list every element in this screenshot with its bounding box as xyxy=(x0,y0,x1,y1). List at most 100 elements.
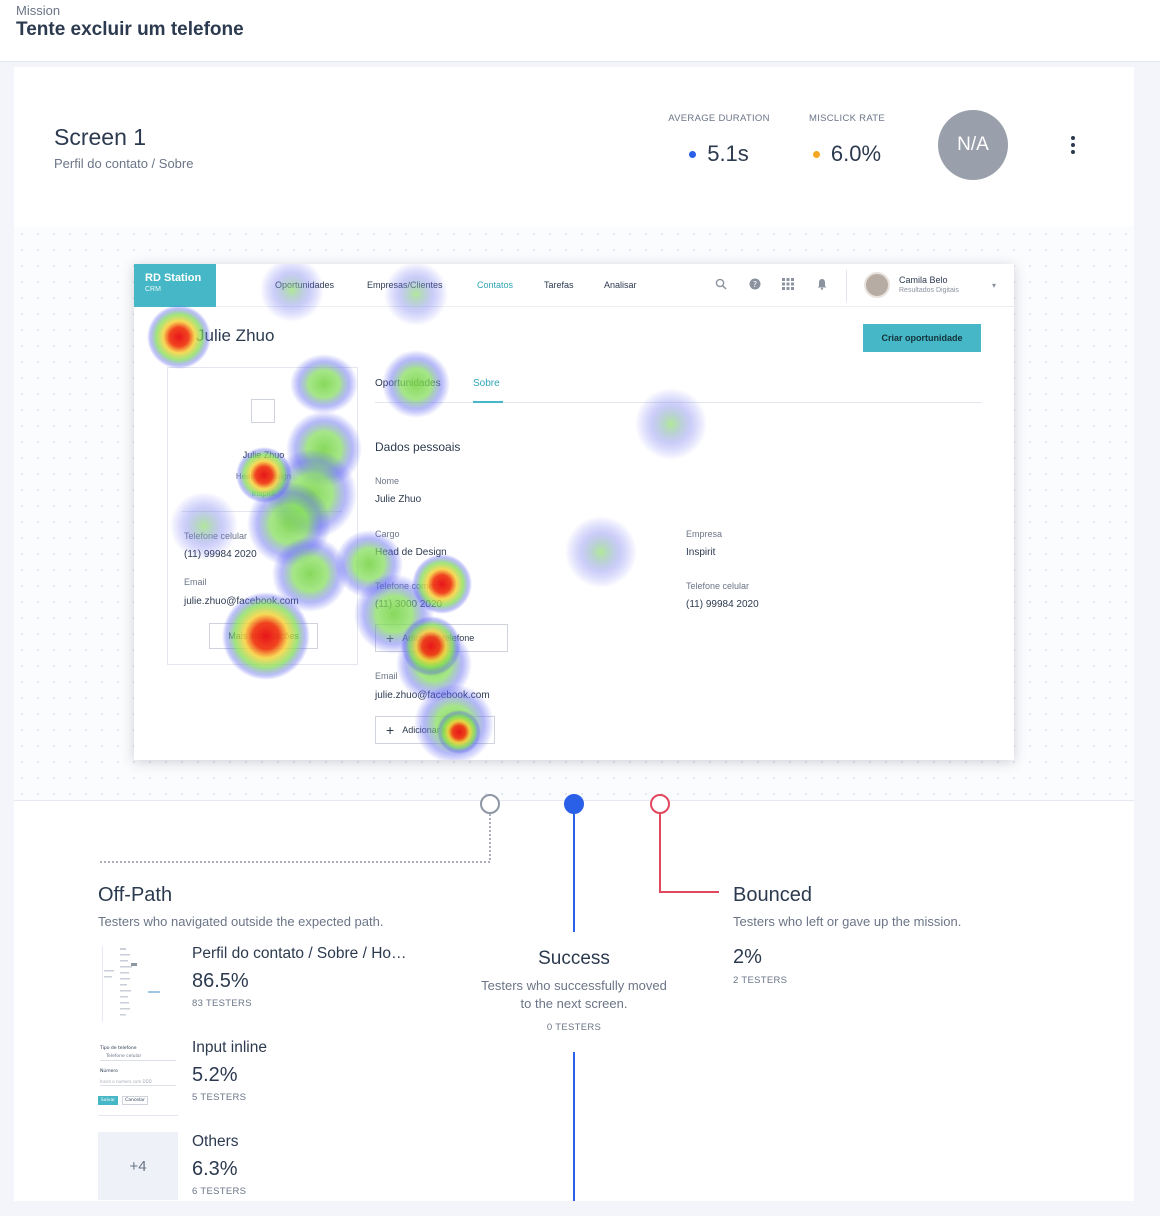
thumb-placeholder: Insira o número com DDD xyxy=(100,1079,152,1084)
logo-subtitle: CRM xyxy=(145,286,161,293)
destination-2-percent: 5.2% xyxy=(192,1064,238,1086)
mais-informacoes-button[interactable]: Mais informações xyxy=(209,623,318,649)
bounced-percent: 2% xyxy=(733,946,762,968)
destination-1-testers: 83 TESTERS xyxy=(192,998,252,1009)
bounced-description: Testers who left or gave up the mission. xyxy=(733,914,962,929)
adicionar-email-label: Adicionar email xyxy=(402,725,464,735)
off-path-node[interactable] xyxy=(480,794,500,814)
thumb-tipo-label: Tipo de telefone xyxy=(100,1046,137,1051)
adicionar-email-button[interactable]: + Adicionar email xyxy=(375,716,495,744)
field-telefone-comercial-label: Telefone comercial xyxy=(375,581,451,591)
user-org: Resultados Digitais xyxy=(899,287,959,294)
field-cargo-label: Cargo xyxy=(375,529,400,539)
average-duration-value: 5.1s xyxy=(707,141,749,166)
bounced-testers: 2 TESTERS xyxy=(733,975,788,986)
search-icon[interactable] xyxy=(714,278,727,291)
section-title: Dados pessoais xyxy=(375,440,461,454)
tab-oportunidades[interactable]: Oportunidades xyxy=(375,378,441,389)
card-phone-value: (11) 99984 2020 xyxy=(184,549,257,560)
destination-thumbnail-1[interactable] xyxy=(98,944,178,1024)
kebab-icon[interactable] xyxy=(1063,132,1083,158)
thumb-cancel-button: Cancelar xyxy=(122,1096,148,1105)
screen-card: Screen 1 Perfil do contato / Sobre AVERA… xyxy=(14,67,1134,1201)
nav-analisar[interactable]: Analisar xyxy=(604,280,637,290)
nav-empresas-clientes[interactable]: Empresas/Clientes xyxy=(367,280,443,290)
success-testers: 0 TESTERS xyxy=(546,1022,602,1033)
field-telefone-comercial-value: (11) 3000 2020 xyxy=(375,599,443,610)
card-email-label: Email xyxy=(184,577,207,587)
logo-title: RD Station xyxy=(145,272,202,284)
duration-dot xyxy=(689,150,697,158)
off-path-title: Off-Path xyxy=(98,884,173,906)
destination-others-name[interactable]: Others xyxy=(192,1133,239,1151)
user-avatar[interactable] xyxy=(864,272,890,298)
contact-photo-icon xyxy=(251,399,275,423)
mission-title: Tente excluir um telefone xyxy=(16,19,244,40)
heatmap-canvas: RD Station CRM Oportunidades Empresas/Cl… xyxy=(14,226,1134,801)
page-preview-icon xyxy=(98,944,178,1024)
card-email-value: julie.zhuo@facebook.com xyxy=(184,596,299,607)
tab-sobre[interactable]: Sobre xyxy=(473,378,500,389)
field-nome-label: Nome xyxy=(375,476,400,486)
screen-thumbnail[interactable]: RD Station CRM Oportunidades Empresas/Cl… xyxy=(134,264,1014,760)
help-icon[interactable]: ? xyxy=(748,278,761,291)
destination-others-percent: 6.3% xyxy=(192,1158,238,1180)
misclick-rate-value: 6.0% xyxy=(830,141,882,166)
destination-1-percent: 86.5% xyxy=(192,970,249,992)
mission-header: Mission Tente excluir um telefone xyxy=(0,0,1160,62)
field-cargo-value: Head de Design xyxy=(375,547,447,558)
plus-icon: + xyxy=(386,630,395,646)
success-description: Testers who successfully moved to the ne… xyxy=(454,977,694,1013)
apps-grid-icon[interactable] xyxy=(781,278,794,291)
nav-divider xyxy=(846,270,847,302)
average-duration-metric: AVERAGE DURATION 5.1s xyxy=(665,113,773,167)
plus-icon: + xyxy=(386,722,395,738)
rd-station-logo: RD Station CRM xyxy=(134,264,216,307)
bounced-node[interactable] xyxy=(650,794,670,814)
destination-2-name[interactable]: Input inline xyxy=(192,1039,267,1057)
nav-oportunidades[interactable]: Oportunidades xyxy=(275,280,334,290)
screen-path: Perfil do contato / Sobre xyxy=(54,156,194,171)
average-duration-label: AVERAGE DURATION xyxy=(668,113,770,124)
thumb-select-value: Telefone celular xyxy=(106,1054,142,1059)
field-empresa-value: Inspirit xyxy=(686,547,716,558)
card-contact-role: Head of Design xyxy=(235,472,292,481)
destination-1-name[interactable]: Perfil do contato / Sobre / Ho… xyxy=(192,945,407,963)
misclick-dot xyxy=(812,150,820,158)
contact-name-heading: Julie Zhuo xyxy=(196,326,275,345)
field-nome-value: Julie Zhuo xyxy=(375,494,422,505)
tabs-divider xyxy=(375,402,982,403)
chevron-down-icon[interactable]: ▾ xyxy=(992,281,996,290)
score-badge: N/A xyxy=(938,110,1008,180)
success-title: Success xyxy=(538,948,610,969)
success-node[interactable] xyxy=(564,794,584,814)
active-tab-indicator xyxy=(473,401,503,403)
nav-tarefas[interactable]: Tarefas xyxy=(544,280,574,290)
field-telefone-celular-label: Telefone celular xyxy=(686,581,750,591)
card-contact-name: Julie Zhuo xyxy=(242,450,285,460)
adicionar-telefone-button[interactable]: + Adicionar telefone xyxy=(375,624,508,652)
destination-2-testers: 5 TESTERS xyxy=(192,1092,247,1103)
card-contact-company[interactable]: Inspirit xyxy=(168,489,359,498)
app-navbar: RD Station CRM Oportunidades Empresas/Cl… xyxy=(134,264,1014,307)
misclick-rate-label: MISCLICK RATE xyxy=(808,113,886,124)
nav-contatos[interactable]: Contatos xyxy=(477,280,513,290)
mission-label: Mission xyxy=(16,3,61,18)
thumb-save-button: Salvar xyxy=(98,1096,118,1105)
adicionar-telefone-label: Adicionar telefone xyxy=(402,633,475,643)
user-name: Camila Belo xyxy=(899,275,948,285)
field-email-label: Email xyxy=(375,671,398,681)
contact-summary-card: Julie Zhuo Head of Design Inspirit Telef… xyxy=(167,367,358,665)
field-email-value: julie.zhuo@facebook.com xyxy=(375,690,490,701)
criar-oportunidade-button[interactable]: Criar oportunidade xyxy=(863,324,981,352)
success-description-line-1: Testers who successfully moved xyxy=(481,978,667,993)
others-count-tile[interactable]: +4 xyxy=(98,1132,178,1200)
card-phone-label: Telefone celular xyxy=(184,531,248,541)
success-description-line-2: to the next screen. xyxy=(520,996,628,1011)
thumb-numero-label: Número xyxy=(100,1069,118,1074)
destination-others-testers: 6 TESTERS xyxy=(192,1186,247,1197)
field-telefone-celular-value: (11) 99984 2020 xyxy=(686,599,759,610)
off-path-description: Testers who navigated outside the expect… xyxy=(98,914,384,929)
destination-thumbnail-2[interactable]: Tipo de telefone Telefone celular Número… xyxy=(98,1038,178,1116)
bell-icon[interactable] xyxy=(815,278,828,291)
